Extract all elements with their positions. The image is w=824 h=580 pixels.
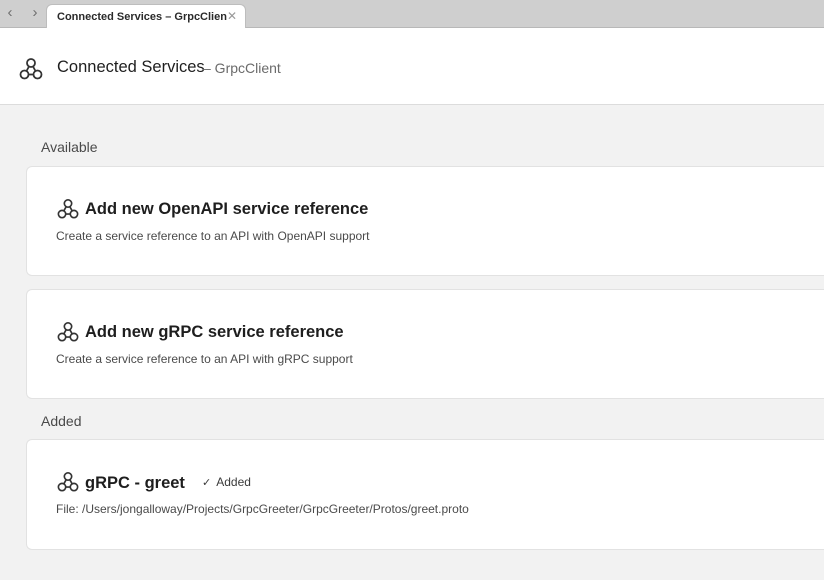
connected-services-icon: [57, 199, 79, 219]
page-subtitle: – GrpcClient: [203, 60, 281, 76]
page-title: Connected Services: [57, 58, 205, 76]
section-label-available: Available: [41, 139, 98, 155]
section-label-added: Added: [41, 413, 82, 429]
connected-services-icon: [57, 472, 79, 492]
status-badge: ✓ Added: [202, 475, 251, 489]
card-title: Add new gRPC service reference: [85, 323, 344, 341]
card-description: Create a service reference to an API wit…: [56, 229, 370, 243]
status-text: Added: [216, 475, 251, 489]
close-icon[interactable]: ✕: [227, 9, 237, 23]
card-description: Create a service reference to an API wit…: [56, 352, 353, 366]
tab-bar: ‹ › Connected Services – GrpcClient ✕: [0, 0, 824, 28]
tab-title: Connected Services – GrpcClient: [57, 11, 227, 23]
file-path: File: /Users/jongalloway/Projects/GrpcGr…: [56, 502, 469, 516]
grpc-greet-service-card[interactable]: gRPC - greet ✓ Added File: /Users/jongall…: [26, 439, 824, 550]
add-openapi-reference-card[interactable]: Add new OpenAPI service reference Create…: [26, 166, 824, 276]
card-title: Add new OpenAPI service reference: [85, 200, 369, 218]
add-grpc-reference-card[interactable]: Add new gRPC service reference Create a …: [26, 289, 824, 399]
page-header: Connected Services – GrpcClient: [0, 28, 824, 105]
connected-services-icon: [57, 322, 79, 342]
chevron-left-icon[interactable]: ‹: [3, 5, 17, 20]
connected-services-icon: [19, 58, 43, 80]
card-title: gRPC - greet: [85, 474, 185, 492]
chevron-right-icon[interactable]: ›: [28, 5, 42, 20]
checkmark-icon: ✓: [202, 477, 212, 489]
tab-connected-services[interactable]: Connected Services – GrpcClient ✕: [46, 4, 246, 28]
